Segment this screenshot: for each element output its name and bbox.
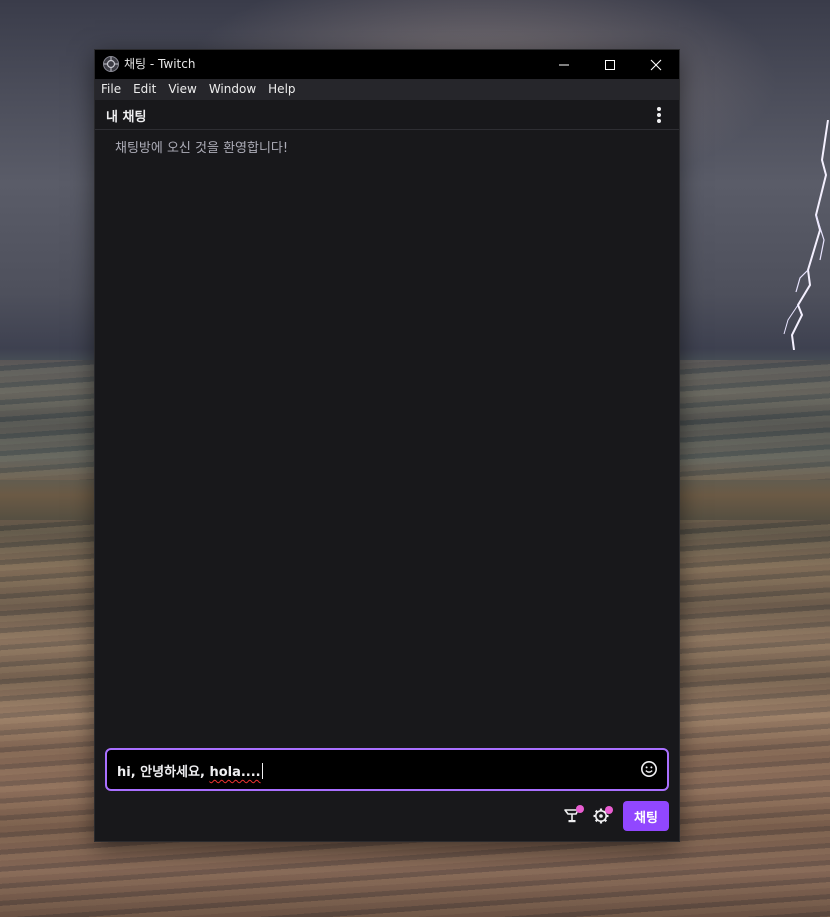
send-chat-button[interactable]: 채팅: [623, 801, 669, 831]
more-vertical-icon: [657, 107, 661, 123]
chat-input[interactable]: hi, 안녕하세요, hola....: [105, 748, 669, 791]
chat-input-value[interactable]: hi, 안녕하세요, hola....: [117, 761, 263, 780]
title-bar: 채팅 - Twitch: [95, 50, 679, 79]
chat-window: 채팅 - Twitch File Edit View Window Help 내…: [95, 50, 679, 841]
menu-bar: File Edit View Window Help: [95, 79, 679, 100]
maximize-icon: [605, 59, 615, 70]
chat-header: 내 채팅: [95, 100, 679, 130]
twitch-app-icon: [103, 56, 119, 72]
notification-dot: [576, 805, 584, 813]
chat-message-list: 채팅방에 오신 것을 환영합니다!: [95, 130, 679, 740]
menu-view[interactable]: View: [162, 79, 202, 100]
welcome-message: 채팅방에 오신 것을 환영합니다!: [115, 141, 289, 156]
emoji-button[interactable]: [640, 760, 658, 778]
menu-window[interactable]: Window: [203, 79, 262, 100]
more-options-button[interactable]: [649, 104, 669, 126]
maximize-button[interactable]: [587, 50, 633, 79]
lightning-bolt: [783, 120, 829, 350]
close-button[interactable]: [633, 50, 679, 79]
notification-dot: [605, 806, 613, 814]
chat-settings-button[interactable]: [592, 804, 614, 826]
misspelled-word: hola....: [209, 765, 261, 780]
emoji-icon: [641, 761, 657, 777]
chat-actions-bar: 채팅: [95, 795, 679, 841]
minimize-icon: [559, 64, 569, 65]
chat-input-text: hi, 안녕하세요,: [117, 765, 210, 780]
close-icon: [650, 59, 662, 70]
menu-edit[interactable]: Edit: [127, 79, 162, 100]
gift-button[interactable]: [562, 804, 584, 826]
menu-help[interactable]: Help: [262, 79, 301, 100]
menu-file[interactable]: File: [95, 79, 127, 100]
chat-title: 내 채팅: [106, 110, 147, 125]
window-title: 채팅 - Twitch: [124, 57, 196, 71]
text-caret: [261, 763, 263, 779]
minimize-button[interactable]: [541, 50, 587, 79]
